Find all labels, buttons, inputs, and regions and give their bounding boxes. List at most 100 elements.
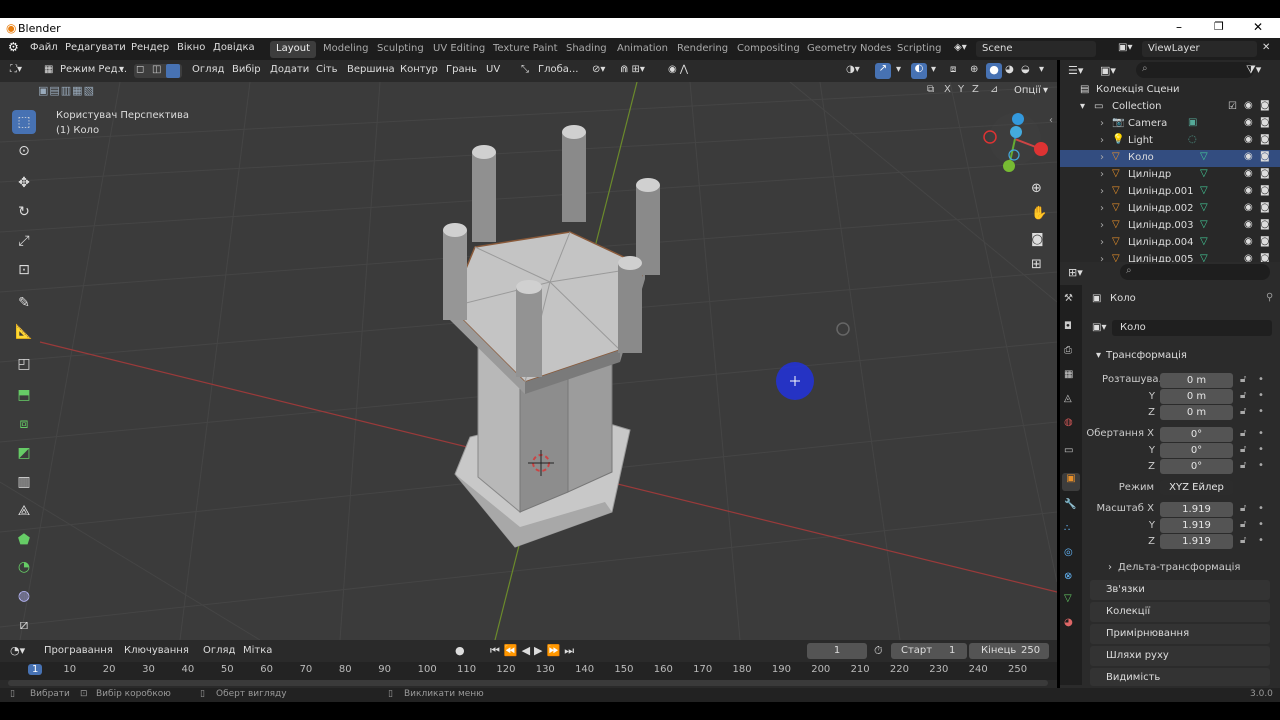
camera-render-icon[interactable]: ◙	[1260, 185, 1270, 196]
eye-icon[interactable]: ◉	[1244, 202, 1253, 213]
knife-tool-icon[interactable]: ⟁	[12, 499, 36, 523]
extrude-tool-icon[interactable]: ⬒	[12, 383, 36, 407]
mesh-data-icon[interactable]: ▽	[1200, 151, 1208, 162]
tool-tab-icon[interactable]: ⚒	[1064, 293, 1073, 304]
chevron-down-icon[interactable]: ▾	[1039, 64, 1044, 75]
gizmo-toggle-icon[interactable]: ↗	[875, 63, 891, 79]
timeline-scrollbar[interactable]	[8, 680, 1048, 686]
end-frame-field[interactable]: Кінець 250	[969, 643, 1049, 659]
playback-controls[interactable]: ⏮⏪◀▶⏩⏭	[490, 644, 578, 658]
menu-mesh[interactable]: Сіть	[316, 64, 337, 75]
mirror-icon[interactable]: ⧉	[927, 84, 934, 95]
eye-icon[interactable]: ◉	[1244, 151, 1253, 162]
poly-build-tool-icon[interactable]: ⬟	[12, 528, 36, 552]
visibility-icon[interactable]: ◑▾	[846, 64, 860, 75]
rendered-shading-icon[interactable]: ◒	[1021, 64, 1030, 75]
current-frame-field[interactable]: 1	[807, 643, 867, 659]
scale-y-field[interactable]: 1.919	[1160, 518, 1233, 533]
delta-transform-subpanel[interactable]: Дельта-трансформація	[1118, 562, 1240, 573]
eye-icon[interactable]: ◉	[1244, 117, 1253, 128]
tab-animation[interactable]: Animation	[611, 41, 674, 58]
view-layer-tab-icon[interactable]: ▦	[1064, 369, 1073, 380]
keyframe-dot-icon[interactable]: •	[1258, 374, 1264, 385]
outliner-item[interactable]: › ▽ Циліндр.003 ▽ ◉ ◙	[1060, 218, 1280, 235]
camera-render-icon[interactable]: ◙	[1260, 134, 1270, 145]
location-z-field[interactable]: 0 m	[1160, 405, 1233, 420]
lock-icon[interactable]: 🔓︎	[1240, 535, 1246, 546]
camera-render-icon[interactable]: ◙	[1260, 117, 1270, 128]
camera-render-icon[interactable]: ◙	[1260, 236, 1270, 247]
keyframe-dot-icon[interactable]: •	[1258, 444, 1264, 455]
lock-icon[interactable]: 🔓︎	[1240, 460, 1246, 471]
physics-tab-icon[interactable]: ◎	[1064, 547, 1073, 558]
loop-cut-tool-icon[interactable]: ▥	[12, 470, 36, 494]
tab-compositing[interactable]: Compositing	[731, 41, 806, 58]
chevron-right-icon[interactable]: ›	[1100, 169, 1104, 180]
3d-viewport[interactable]: Користувач Перспектива (1) Коло ▣▤▥▦▧ ⧉ …	[0, 82, 1057, 640]
auto-merge-icon[interactable]: ⊿	[990, 84, 998, 95]
chevron-right-icon[interactable]: ›	[1100, 220, 1104, 231]
transform-orientation-selector[interactable]: Глоба...	[538, 64, 578, 75]
collection-row[interactable]: ▾ ▭ Collection ☑ ◉ ◙	[1060, 99, 1280, 116]
constraints-tab-icon[interactable]: ⊗	[1064, 571, 1072, 582]
panel-visibility[interactable]: Видимість	[1090, 668, 1270, 686]
panel-motion-paths[interactable]: Шляхи руху	[1090, 646, 1270, 666]
annotate-tool-icon[interactable]: ✎	[12, 291, 36, 315]
select-box-tool-icon[interactable]: ⬚	[12, 110, 36, 134]
outliner-item[interactable]: › ▽ Циліндр.004 ▽ ◉ ◙	[1060, 235, 1280, 252]
panel-relations[interactable]: Зв'язки	[1090, 580, 1270, 600]
lock-icon[interactable]: 🔓︎	[1240, 390, 1246, 401]
menu-keying[interactable]: Ключування	[124, 645, 189, 656]
menu-uv[interactable]: UV	[486, 64, 500, 75]
mesh-data-icon[interactable]: ▽	[1200, 168, 1208, 179]
playhead-frame[interactable]: 1	[28, 664, 43, 675]
keyframe-dot-icon[interactable]: •	[1258, 406, 1264, 417]
view-layer-icon[interactable]: ▣▾	[1118, 42, 1132, 53]
mode-selector[interactable]: Режим Ред...	[60, 64, 127, 75]
eye-icon[interactable]: ◉	[1244, 219, 1253, 230]
lock-icon[interactable]: 🔓︎	[1240, 428, 1246, 439]
keyframe-dot-icon[interactable]: •	[1258, 390, 1264, 401]
mesh-data-icon[interactable]: ▽	[1200, 219, 1208, 230]
menu-window[interactable]: Вікно	[177, 42, 205, 53]
tab-uv-editing[interactable]: UV Editing	[427, 41, 491, 58]
view-layer-selector[interactable]: ViewLayer	[1142, 41, 1257, 57]
mesh-data-icon[interactable]: ▽	[1200, 202, 1208, 213]
menu-view[interactable]: Огляд	[203, 645, 235, 656]
keyframe-dot-icon[interactable]: •	[1258, 535, 1264, 546]
scale-z-field[interactable]: 1.919	[1160, 534, 1233, 549]
scale-tool-icon[interactable]: ⤢	[12, 229, 36, 253]
scene-collection-row[interactable]: ▤ Колекція Сцени	[1060, 82, 1280, 99]
cursor-tool-icon[interactable]: ⊙	[12, 139, 36, 163]
camera-render-icon[interactable]: ◙	[1260, 168, 1270, 179]
tab-geometry-nodes[interactable]: Geometry Nodes	[801, 41, 897, 58]
outliner-editor-icon[interactable]: ☰▾	[1068, 64, 1083, 77]
properties-editor-icon[interactable]: ⊞▾	[1068, 266, 1083, 279]
proportional-edit-icon[interactable]: ◉ ⋀	[668, 64, 688, 75]
outliner-item[interactable]: › ▽ Циліндр ▽ ◉ ◙	[1060, 167, 1280, 184]
smooth-tool-icon[interactable]: ◍	[12, 584, 36, 608]
chevron-right-icon[interactable]: ›	[1108, 562, 1112, 573]
inset-tool-icon[interactable]: ⧈	[12, 412, 36, 436]
outliner-search-input[interactable]: ⌕	[1136, 62, 1254, 78]
blender-menu-icon[interactable]: ⚙	[8, 40, 19, 54]
outliner-item[interactable]: › ▽ Циліндр.002 ▽ ◉ ◙	[1060, 201, 1280, 218]
spin-tool-icon[interactable]: ◔	[12, 555, 36, 579]
eye-icon[interactable]: ◉	[1244, 168, 1253, 179]
lock-icon[interactable]: 🔓︎	[1240, 374, 1246, 385]
bevel-tool-icon[interactable]: ◩	[12, 441, 36, 465]
camera-render-icon[interactable]: ◙	[1260, 100, 1270, 111]
eye-icon[interactable]: ◉	[1244, 100, 1253, 111]
location-x-field[interactable]: 0 m	[1160, 373, 1233, 388]
keyframe-dot-icon[interactable]: •	[1258, 460, 1264, 471]
lock-icon[interactable]: 🔓︎	[1240, 519, 1246, 530]
outliner-item[interactable]: › 📷 Camera ▣ ◉ ◙	[1060, 116, 1280, 133]
menu-view[interactable]: Огляд	[192, 64, 224, 75]
start-frame-field[interactable]: Старт 1	[891, 643, 967, 659]
collection-tab-icon[interactable]: ▭	[1064, 445, 1073, 456]
perspective-toggle-icon[interactable]: ⊞	[1031, 257, 1042, 272]
light-data-icon[interactable]: ◌	[1188, 134, 1197, 145]
rotation-y-field[interactable]: 0°	[1160, 443, 1233, 458]
output-tab-icon[interactable]: ⎙	[1064, 345, 1072, 356]
menu-vertex[interactable]: Вершина	[347, 64, 395, 75]
